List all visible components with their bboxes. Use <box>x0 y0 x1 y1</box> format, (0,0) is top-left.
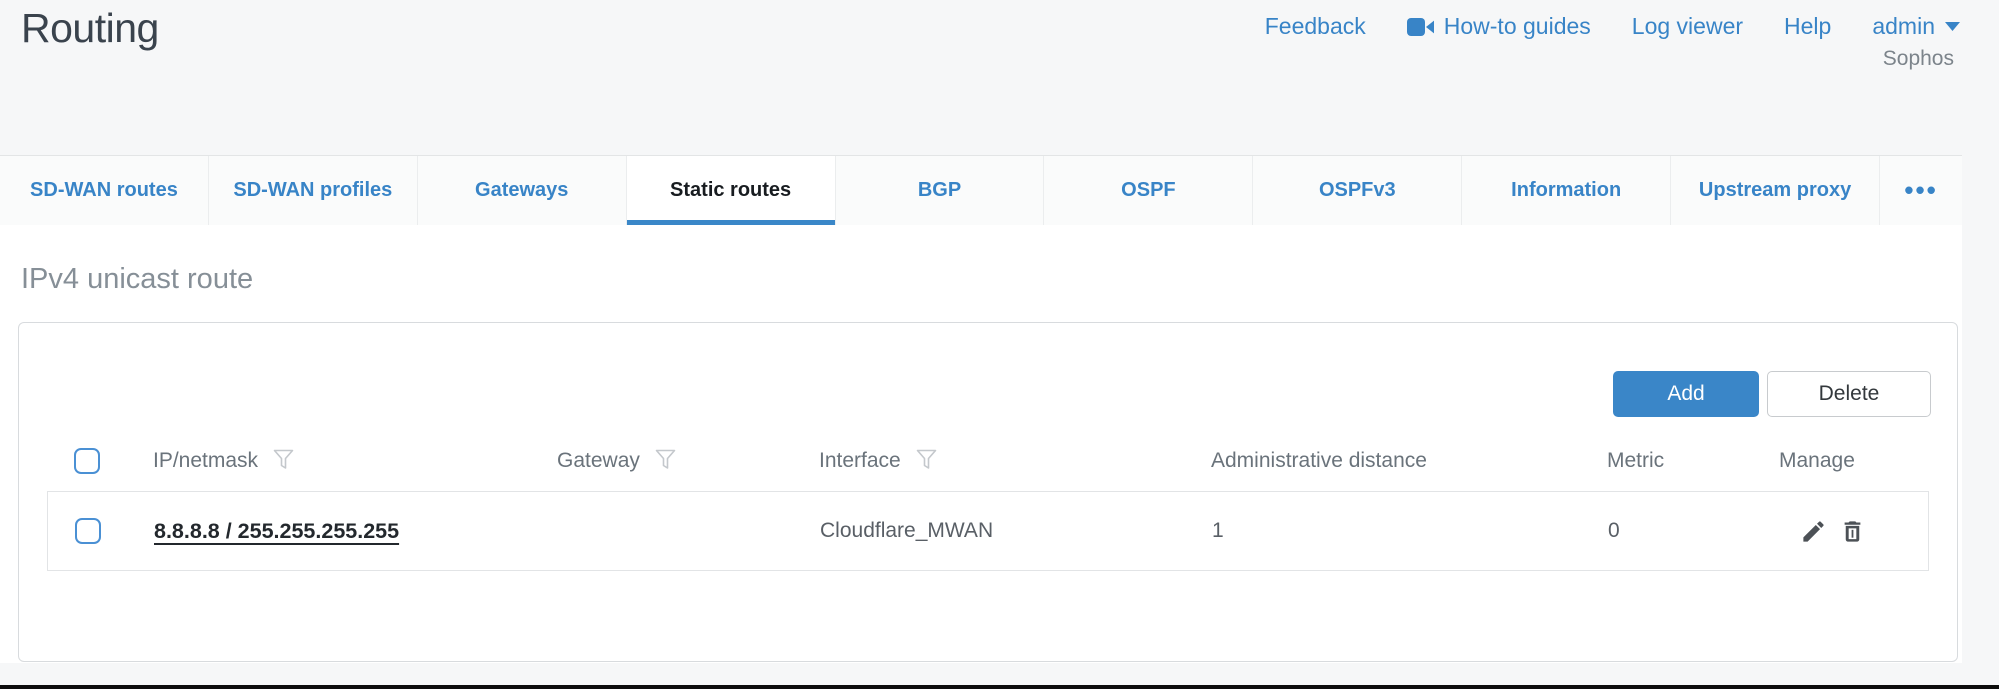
table-row: 8.8.8.8 / 255.255.255.255 Cloudflare_MWA… <box>47 491 1929 571</box>
add-button[interactable]: Add <box>1613 371 1759 417</box>
route-interface-value: Cloudflare_MWAN <box>820 519 1212 543</box>
feedback-link[interactable]: Feedback <box>1265 13 1366 40</box>
routing-page: Routing Feedback How-to guides Log viewe… <box>0 0 1999 689</box>
column-header-admin-distance: Administrative distance <box>1211 449 1427 473</box>
tab-upstream-proxy[interactable]: Upstream proxy <box>1671 156 1880 225</box>
screen-bottom-edge <box>0 685 1999 689</box>
tab-sdwan-profiles[interactable]: SD-WAN profiles <box>209 156 418 225</box>
help-link[interactable]: Help <box>1784 13 1831 40</box>
filter-icon-gateway[interactable] <box>654 448 677 477</box>
log-viewer-link[interactable]: Log viewer <box>1632 13 1743 40</box>
howto-guides-label: How-to guides <box>1444 13 1591 40</box>
howto-guides-link[interactable]: How-to guides <box>1407 13 1591 40</box>
tab-gateways[interactable]: Gateways <box>418 156 627 225</box>
video-camera-icon <box>1407 17 1434 37</box>
select-all-checkbox[interactable] <box>74 448 100 474</box>
tab-bgp[interactable]: BGP <box>836 156 1045 225</box>
delete-button[interactable]: Delete <box>1767 371 1931 417</box>
route-admin-distance-value: 1 <box>1212 519 1608 543</box>
route-ip-netmask-link[interactable]: 8.8.8.8 / 255.255.255.255 <box>154 519 399 543</box>
table-actions: Add Delete <box>1613 371 1931 417</box>
route-metric-value: 0 <box>1608 519 1780 543</box>
page-title: Routing <box>21 5 159 52</box>
section-heading: IPv4 unicast route <box>21 263 253 296</box>
delete-icon[interactable] <box>1839 518 1866 545</box>
admin-menu[interactable]: admin <box>1872 13 1960 40</box>
tab-bar: SD-WAN routes SD-WAN profiles Gateways S… <box>0 155 1962 225</box>
filter-icon-ip-netmask[interactable] <box>272 448 295 477</box>
routes-panel: Add Delete IP/netmask Gateway <box>18 322 1958 662</box>
filter-icon-interface[interactable] <box>915 448 938 477</box>
tab-sdwan-routes[interactable]: SD-WAN routes <box>0 156 209 225</box>
tab-information[interactable]: Information <box>1462 156 1671 225</box>
column-header-gateway: Gateway <box>557 449 640 473</box>
column-header-manage: Manage <box>1779 449 1855 473</box>
admin-menu-label: admin <box>1872 13 1935 40</box>
static-routes-content: IPv4 unicast route Add Delete IP/netmask… <box>0 225 1962 663</box>
tab-ospf[interactable]: OSPF <box>1044 156 1253 225</box>
tab-ospfv3[interactable]: OSPFv3 <box>1253 156 1462 225</box>
row-checkbox[interactable] <box>75 518 101 544</box>
edit-icon[interactable] <box>1800 518 1827 545</box>
table-header-row: IP/netmask Gateway Interface <box>47 431 1929 491</box>
more-tabs-button[interactable]: ••• <box>1880 156 1962 225</box>
brand-label: Sophos <box>1883 47 1954 71</box>
page-header: Routing Feedback How-to guides Log viewe… <box>0 0 1999 155</box>
column-header-ip-netmask: IP/netmask <box>153 449 258 473</box>
top-nav: Feedback How-to guides Log viewer Help a… <box>1265 13 1960 40</box>
column-header-interface: Interface <box>819 449 901 473</box>
manage-cell <box>1780 518 1928 545</box>
caret-down-icon <box>1945 22 1960 31</box>
tab-static-routes[interactable]: Static routes <box>627 156 836 225</box>
column-header-metric: Metric <box>1607 449 1664 473</box>
